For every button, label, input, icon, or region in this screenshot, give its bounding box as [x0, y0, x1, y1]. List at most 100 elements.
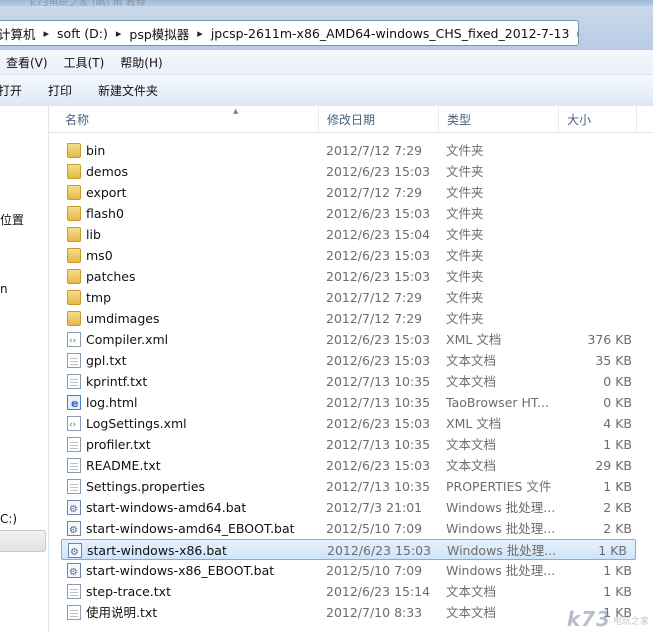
file-row[interactable]: patches 2012/6/23 15:03 文件夹	[49, 266, 653, 287]
file-name: lib	[86, 227, 101, 242]
breadcrumb-segment[interactable]: psp模拟器	[129, 24, 195, 43]
breadcrumb-segment[interactable]: soft (D:)	[57, 26, 114, 41]
file-date: 2012/6/23 15:03	[326, 248, 431, 263]
xml-file-icon	[67, 415, 81, 436]
file-date: 2012/7/12 7:29	[326, 290, 423, 305]
file-row[interactable]: flash0 2012/6/23 15:03 文件夹	[49, 203, 653, 224]
file-row[interactable]: start-windows-amd64_EBOOT.bat 2012/5/10 7…	[49, 518, 653, 541]
file-date: 2012/7/13 10:35	[326, 395, 431, 410]
open-button[interactable]: 打开	[0, 82, 35, 99]
breadcrumb-chevron-icon[interactable]: ▸	[114, 27, 130, 40]
column-header-date[interactable]: 修改日期	[319, 106, 439, 132]
nav-item-partial[interactable]: n	[0, 282, 8, 296]
batch-file-icon	[67, 520, 81, 541]
column-header-type[interactable]: 类型	[439, 106, 559, 132]
file-name: flash0	[86, 206, 124, 221]
breadcrumb-segment[interactable]: jpcsp-2611m-x86_AMD64-windows_CHS_fixed_…	[211, 26, 576, 41]
file-date: 2012/6/23 15:04	[326, 227, 431, 242]
menu-tools[interactable]: 工具(T)	[56, 54, 113, 71]
watermark-logo: k73 电玩之家	[567, 607, 649, 631]
file-size: 1 KB	[598, 543, 627, 558]
file-date: 2012/7/3 21:01	[326, 500, 423, 515]
folder-icon	[67, 206, 81, 221]
breadcrumb-chevron-icon[interactable]: ▸	[42, 27, 58, 40]
file-size: 1 KB	[603, 563, 632, 578]
file-type: Windows 批处理...	[447, 543, 557, 558]
file-name: README.txt	[86, 458, 161, 473]
file-size: 1 KB	[603, 479, 632, 494]
folder-icon	[67, 290, 81, 305]
nav-item-locations[interactable]: 位置	[0, 211, 24, 228]
watermark-text: k73	[566, 607, 611, 631]
file-type: 文件夹	[446, 143, 484, 158]
breadcrumb-chevron-icon[interactable]: ▸	[575, 27, 578, 40]
file-type: Windows 批处理...	[446, 500, 556, 515]
file-row[interactable]: export 2012/7/12 7:29 文件夹	[49, 182, 653, 203]
file-row[interactable]: gpl.txt 2012/6/23 15:03 文本文档 35 KB	[49, 350, 653, 371]
file-row[interactable]: profiler.txt 2012/7/13 10:35 文本文档 1 KB	[49, 434, 653, 455]
text-file-icon	[67, 353, 81, 368]
breadcrumb-segment[interactable]: 计算机	[0, 24, 42, 43]
file-name: 使用说明.txt	[86, 605, 158, 620]
breadcrumb: 计算机 ▸ soft (D:) ▸ psp模拟器 ▸ jpcsp-2611m-x86_AMD…	[0, 21, 578, 45]
column-header-size[interactable]: 大小	[559, 106, 637, 132]
new-folder-button[interactable]: 新建文件夹	[85, 82, 171, 99]
folder-icon	[67, 269, 81, 284]
folder-icon	[67, 164, 81, 179]
file-row[interactable]: 使用说明.txt 2012/7/10 8:33 文本文档 1 KB	[49, 602, 653, 623]
file-type: 文本文档	[446, 458, 497, 473]
file-type: 文件夹	[446, 290, 484, 305]
file-row[interactable]: demos 2012/6/23 15:03 文件夹	[49, 161, 653, 182]
file-date: 2012/7/13 10:35	[326, 437, 431, 452]
menu-help[interactable]: 帮助(H)	[112, 54, 170, 71]
file-type: 文本文档	[446, 605, 497, 620]
file-row[interactable]: bin 2012/7/12 7:29 文件夹	[49, 140, 653, 161]
column-header-name[interactable]: 名称	[57, 106, 319, 132]
file-type: 文件夹	[446, 311, 484, 326]
batch-file-icon	[67, 499, 81, 520]
file-row[interactable]: tmp 2012/7/12 7:29 文件夹	[49, 287, 653, 308]
nav-item-selected[interactable]	[0, 530, 46, 552]
breadcrumb-chevron-icon[interactable]: ▸	[195, 27, 211, 40]
file-size: 1 KB	[603, 584, 632, 599]
file-name: start-windows-amd64_EBOOT.bat	[86, 521, 295, 536]
file-date: 2012/6/23 15:03	[326, 206, 431, 221]
address-breadcrumb[interactable]: 计算机 ▸ soft (D:) ▸ psp模拟器 ▸ jpcsp-2611m-x86_AMD…	[0, 20, 579, 46]
file-row[interactable]: LogSettings.xml 2012/6/23 15:03 XML 文档 4 KB	[49, 413, 653, 436]
file-name: Settings.properties	[86, 479, 206, 494]
column-header-row: ▲ 名称 修改日期 类型 大小	[49, 106, 653, 133]
file-date: 2012/6/23 15:03	[326, 269, 431, 284]
file-name: patches	[86, 269, 136, 284]
nav-item-drive-c[interactable]: C:)	[0, 512, 17, 526]
file-type: 文件夹	[446, 164, 484, 179]
menu-view[interactable]: 查看(V)	[0, 54, 56, 71]
file-name: ms0	[86, 248, 113, 263]
file-row[interactable]: ms0 2012/6/23 15:03 文件夹	[49, 245, 653, 266]
file-row[interactable]: README.txt 2012/6/23 15:03 文本文档 29 KB	[49, 455, 653, 476]
file-row[interactable]: log.html 2012/7/13 10:35 TaoBrowser HT... 0…	[49, 392, 653, 414]
address-bar-area: 计算机 ▸ soft (D:) ▸ psp模拟器 ▸ jpcsp-2611m-x86_AMD…	[0, 6, 653, 50]
file-row[interactable]: start-windows-x86_EBOOT.bat 2012/5/10 7:0…	[49, 560, 653, 583]
text-file-icon	[67, 605, 81, 620]
file-size: 2 KB	[603, 500, 632, 515]
file-row[interactable]: step-trace.txt 2012/6/23 15:14 文本文档 1 KB	[49, 581, 653, 602]
print-button[interactable]: 打印	[35, 82, 85, 99]
file-row[interactable]: Settings.properties 2012/7/13 10:35 PROPER…	[49, 476, 653, 497]
file-row[interactable]: start-windows-amd64.bat 2012/7/3 21:01 Win…	[49, 497, 653, 520]
folder-icon	[67, 227, 81, 242]
file-row[interactable]: kprintf.txt 2012/7/13 10:35 文本文档 0 KB	[49, 371, 653, 392]
file-row[interactable]: start-windows-x86.bat 2012/6/23 15:03 Wind…	[61, 539, 636, 563]
file-row[interactable]: lib 2012/6/23 15:04 文件夹	[49, 224, 653, 245]
file-size: 4 KB	[603, 416, 632, 431]
file-name: export	[86, 185, 127, 200]
file-type: PROPERTIES 文件	[446, 479, 552, 494]
file-list: bin 2012/7/12 7:29 文件夹 demos 2012/6/23 15:03…	[49, 140, 653, 623]
text-file-icon	[67, 584, 81, 599]
file-date: 2012/6/23 15:03	[326, 164, 431, 179]
text-file-icon	[67, 458, 81, 473]
file-type: 文件夹	[446, 206, 484, 221]
file-row[interactable]: Compiler.xml 2012/6/23 15:03 XML 文档 376 KB	[49, 329, 653, 352]
file-row[interactable]: umdimages 2012/7/12 7:29 文件夹	[49, 308, 653, 329]
file-name: step-trace.txt	[86, 584, 171, 599]
file-type: 文本文档	[446, 374, 497, 389]
